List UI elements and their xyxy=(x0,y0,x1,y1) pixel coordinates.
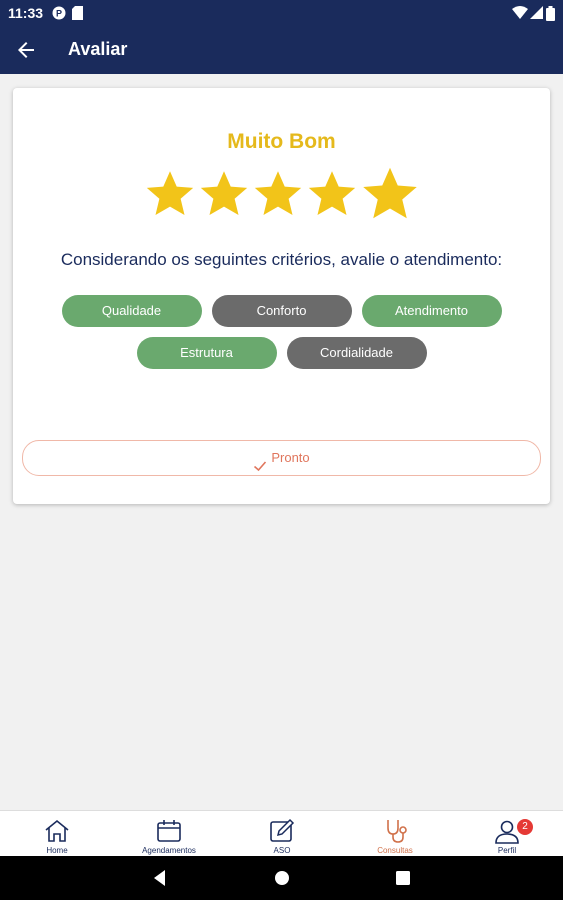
signal-icon xyxy=(530,6,543,23)
nav-perfil[interactable]: 2 Perfil xyxy=(462,817,552,855)
star-icon-2[interactable] xyxy=(198,168,250,220)
star-icon-1[interactable] xyxy=(144,168,196,220)
svg-text:P: P xyxy=(56,9,62,19)
chip-estrutura[interactable]: Estrutura xyxy=(136,337,277,369)
chip-conforto[interactable]: Conforto xyxy=(211,295,352,327)
sd-card-icon xyxy=(72,6,83,23)
nav-aso[interactable]: ASO xyxy=(237,817,327,855)
nav-agendamentos-label: Agendamentos xyxy=(142,846,196,855)
check-icon xyxy=(253,452,267,471)
rating-card: Muito Bom Considerando os seguintes crit… xyxy=(13,88,550,504)
back-arrow-icon[interactable] xyxy=(14,38,38,62)
back-triangle-icon[interactable] xyxy=(150,868,170,888)
done-button[interactable]: Pronto xyxy=(22,440,541,476)
done-button-label: Pronto xyxy=(271,450,310,465)
star-icon-4[interactable] xyxy=(306,168,358,220)
nav-home-label: Home xyxy=(46,846,68,855)
nav-consultas[interactable]: Consultas xyxy=(350,817,440,855)
home-circle-icon[interactable] xyxy=(272,868,292,888)
criteria-chips: Qualidade Conforto Atendimento Estrutura… xyxy=(13,295,550,379)
profile-icon xyxy=(495,820,519,844)
calendar-icon xyxy=(157,820,181,842)
nav-perfil-label: Perfil xyxy=(497,846,517,855)
rating-label: Muito Bom xyxy=(227,130,336,153)
nav-agendamentos[interactable]: Agendamentos xyxy=(124,817,214,855)
nav-consultas-label: Consultas xyxy=(377,846,413,855)
home-icon xyxy=(45,819,69,842)
status-time: 11:33 xyxy=(8,5,44,21)
app-bar: Avaliar xyxy=(0,26,563,74)
edit-document-icon xyxy=(270,818,295,842)
notification-app-icon: P xyxy=(52,6,66,23)
notification-badge: 2 xyxy=(517,819,533,835)
recents-square-icon[interactable] xyxy=(393,868,413,888)
status-bar: 11:33 P xyxy=(0,0,563,26)
wifi-icon xyxy=(512,6,528,23)
star-rating xyxy=(13,164,550,224)
chip-qualidade[interactable]: Qualidade xyxy=(61,295,202,327)
stethoscope-icon xyxy=(387,820,407,843)
bottom-nav: Home Agendamentos ASO Consultas 2 Perfil xyxy=(0,810,563,857)
page-title: Avaliar xyxy=(68,39,128,59)
chip-cordialidade[interactable]: Cordialidade xyxy=(286,337,427,369)
system-nav-bar xyxy=(0,856,563,900)
battery-icon xyxy=(546,6,555,24)
criteria-question: Considerando os seguintes critérios, ava… xyxy=(60,250,503,269)
chip-atendimento[interactable]: Atendimento xyxy=(361,295,502,327)
nav-home[interactable]: Home xyxy=(12,817,102,855)
nav-aso-label: ASO xyxy=(273,846,291,855)
star-icon-5[interactable] xyxy=(360,164,420,224)
star-icon-3[interactable] xyxy=(252,168,304,220)
